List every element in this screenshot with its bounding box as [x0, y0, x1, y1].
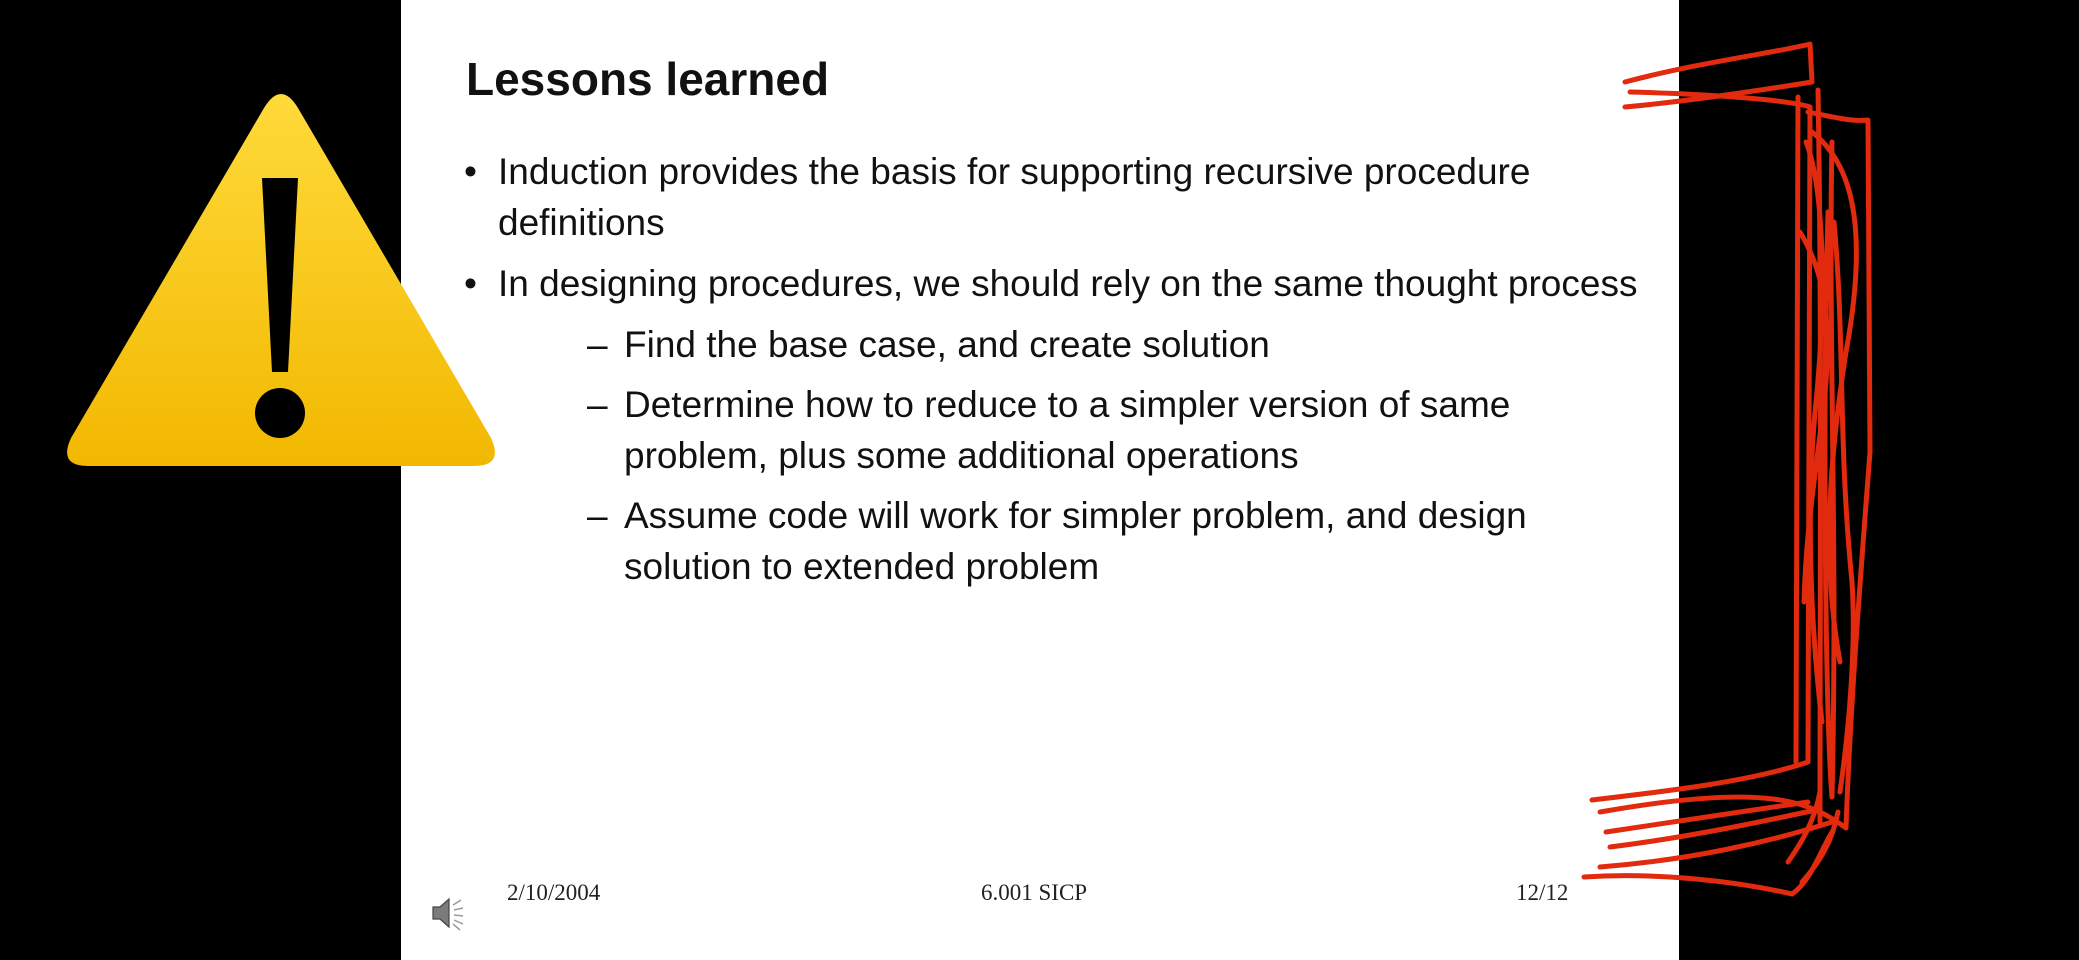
bullet-item: • In designing procedures, we should rel…: [461, 258, 1641, 309]
bullet-text: In designing procedures, we should rely …: [498, 263, 1638, 304]
slide-title: Lessons learned: [466, 53, 830, 105]
dash-marker: –: [587, 324, 608, 365]
warning-triangle-icon: [67, 94, 495, 466]
footer-page-number: 12/12: [1516, 880, 1569, 905]
bullet-text: Induction provides the basis for support…: [498, 151, 1531, 243]
bullet-list: • Induction provides the basis for suppo…: [461, 146, 1641, 601]
footer-course: 6.001 SICP: [981, 880, 1088, 905]
sub-bullet-item: – Find the base case, and create solutio…: [461, 319, 1641, 370]
bullet-item: • Induction provides the basis for suppo…: [461, 146, 1641, 248]
sub-bullet-item: – Assume code will work for simpler prob…: [461, 490, 1641, 592]
slide: Lessons learned • Induction provides the…: [401, 0, 1679, 960]
sub-bullet-text: Assume code will work for simpler proble…: [624, 495, 1527, 587]
sub-bullet-item: – Determine how to reduce to a simpler v…: [461, 379, 1641, 481]
footer-date: 2/10/2004: [507, 880, 601, 905]
dash-marker: –: [587, 495, 608, 536]
sub-bullet-text: Find the base case, and create solution: [624, 324, 1270, 365]
red-ink-annotation: [1581, 41, 1873, 897]
sub-bullet-text: Determine how to reduce to a simpler ver…: [624, 384, 1511, 476]
dash-marker: –: [587, 384, 608, 425]
speaker-icon[interactable]: [429, 893, 465, 933]
